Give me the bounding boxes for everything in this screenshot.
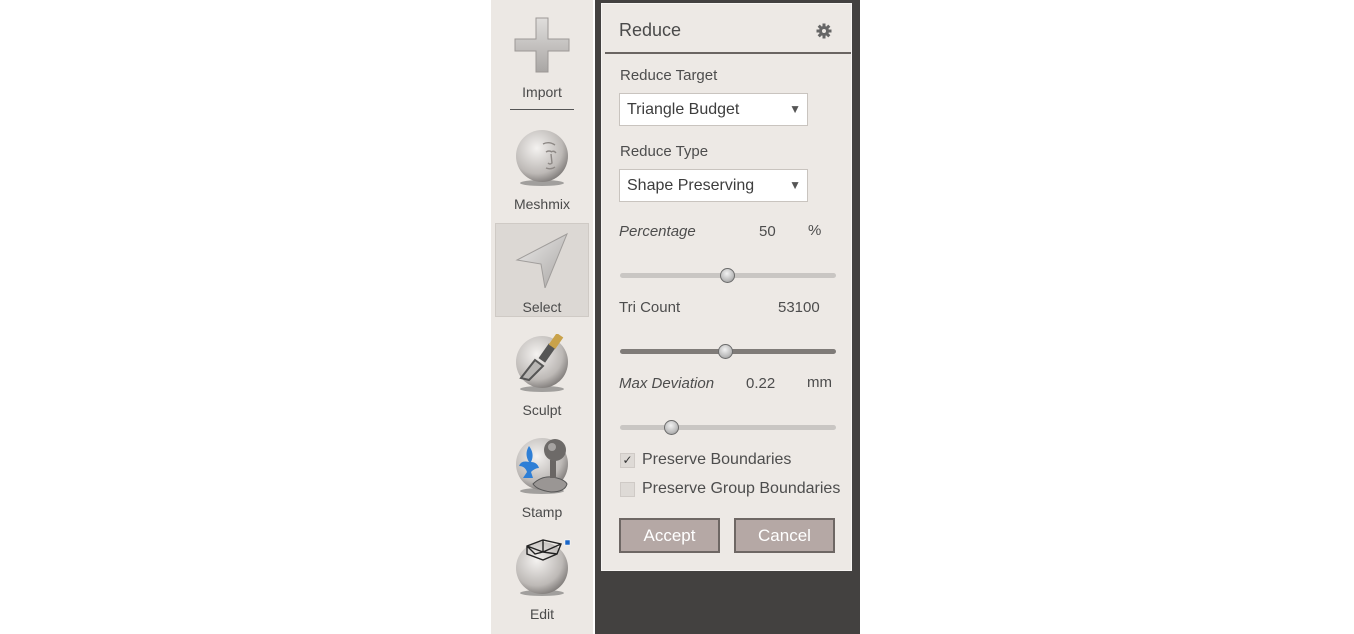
reduce-type-dropdown[interactable]: Shape Preserving ▼ bbox=[619, 169, 808, 202]
tool-label: Meshmix bbox=[513, 196, 570, 212]
tool-label: Select bbox=[522, 299, 562, 315]
tool-sculpt[interactable]: Sculpt bbox=[491, 330, 593, 422]
max-deviation-slider[interactable] bbox=[620, 420, 836, 435]
tri-count-slider[interactable] bbox=[620, 344, 836, 359]
reduce-target-value: Triangle Budget bbox=[627, 101, 740, 118]
toolbar-divider bbox=[510, 109, 574, 110]
percentage-unit: % bbox=[808, 222, 822, 239]
reduce-type-label: Reduce Type bbox=[620, 143, 709, 160]
tool-stamp[interactable]: Stamp bbox=[491, 432, 593, 524]
cancel-button[interactable]: Cancel bbox=[734, 518, 835, 553]
tool-label: Import bbox=[522, 84, 562, 100]
reduce-type-value: Shape Preserving bbox=[627, 177, 755, 194]
slider-thumb[interactable] bbox=[720, 268, 735, 283]
tri-count-value[interactable]: 53100 bbox=[778, 299, 820, 316]
preserve-group-boundaries-checkbox[interactable] bbox=[620, 482, 635, 497]
title-divider bbox=[605, 52, 851, 54]
tool-label: Stamp bbox=[521, 504, 563, 520]
tool-label: Sculpt bbox=[522, 402, 562, 418]
slider-thumb[interactable] bbox=[663, 420, 679, 435]
slider-thumb[interactable] bbox=[717, 344, 733, 359]
percentage-label: Percentage bbox=[619, 223, 696, 240]
arrow-pointer-icon bbox=[515, 232, 568, 288]
tri-count-label: Tri Count bbox=[619, 299, 681, 316]
max-deviation-label: Max Deviation bbox=[619, 375, 715, 392]
panel-title: Reduce bbox=[619, 20, 682, 40]
max-deviation-unit: mm bbox=[807, 374, 832, 391]
max-deviation-value[interactable]: 0.22 bbox=[746, 375, 775, 392]
preserve-boundaries-label[interactable]: Preserve Boundaries bbox=[642, 451, 791, 469]
chevron-down-icon: ▼ bbox=[789, 102, 801, 116]
stamp-fleur-de-lis-icon bbox=[516, 438, 568, 494]
brush-sphere-icon bbox=[516, 334, 568, 392]
reduce-panel: Reduce Reduce Target Triangle Budget ▼ R… bbox=[601, 3, 852, 571]
accept-button[interactable]: Accept bbox=[619, 518, 720, 553]
mesh-edit-sphere-icon bbox=[516, 539, 571, 596]
preserve-group-boundaries-label[interactable]: Preserve Group Boundaries bbox=[642, 480, 840, 498]
face-sphere-icon bbox=[516, 130, 568, 186]
reduce-target-dropdown[interactable]: Triangle Budget ▼ bbox=[619, 93, 808, 126]
percentage-value[interactable]: 50 bbox=[759, 223, 776, 240]
gear-icon[interactable] bbox=[816, 23, 832, 39]
plus-icon bbox=[514, 17, 570, 73]
tool-edit[interactable]: Edit bbox=[491, 534, 593, 626]
preserve-boundaries-checkbox[interactable]: ✓ bbox=[620, 453, 635, 468]
tool-meshmix[interactable]: Meshmix bbox=[491, 124, 593, 216]
tool-sidebar: Import Meshmix Select Sculpt Stamp Edit bbox=[491, 0, 595, 634]
tool-select[interactable]: Select bbox=[495, 223, 589, 317]
percentage-slider[interactable] bbox=[620, 268, 836, 283]
tool-import[interactable]: Import bbox=[491, 12, 593, 107]
reduce-target-label: Reduce Target bbox=[620, 67, 718, 84]
chevron-down-icon: ▼ bbox=[789, 178, 801, 192]
tool-label: Edit bbox=[529, 606, 555, 622]
